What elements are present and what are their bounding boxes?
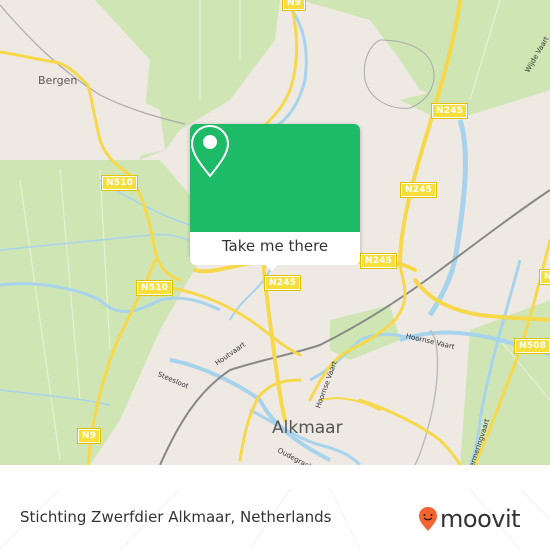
popup-header xyxy=(190,124,360,232)
map[interactable]: Bergen Alkmaar Steesloot Houtvaart Hoorn… xyxy=(0,0,550,465)
moovit-wordmark: moovit xyxy=(440,505,521,533)
moovit-logo[interactable]: moovit xyxy=(418,505,521,533)
take-me-there-button[interactable]: Take me there xyxy=(190,232,360,265)
location-title: Stichting Zwerfdier Alkmaar, Netherlands xyxy=(20,508,332,526)
road-shield-n9: N9 xyxy=(281,0,307,11)
location-popup: Take me there xyxy=(190,124,360,271)
place-label-alkmaar: Alkmaar xyxy=(272,418,343,438)
road-shield-n245-east: N245 xyxy=(359,253,398,269)
place-label-bergen: Bergen xyxy=(38,74,78,87)
road-shield-n510-lower: N510 xyxy=(135,280,174,296)
road-shield-n508: N508 xyxy=(513,338,550,354)
road-shield-n510: N510 xyxy=(100,175,139,191)
road-shield-n245-north: N245 xyxy=(430,103,469,119)
location-pin-icon xyxy=(190,124,230,178)
road-shield-n245-center: N245 xyxy=(263,275,302,291)
road-shield-n9-south: N9 xyxy=(76,428,102,444)
road-shield-n245-mid: N245 xyxy=(399,182,438,198)
moovit-pin-icon xyxy=(419,507,437,531)
popup-tail xyxy=(265,263,279,271)
road-shield-n-edge: N xyxy=(539,269,550,285)
